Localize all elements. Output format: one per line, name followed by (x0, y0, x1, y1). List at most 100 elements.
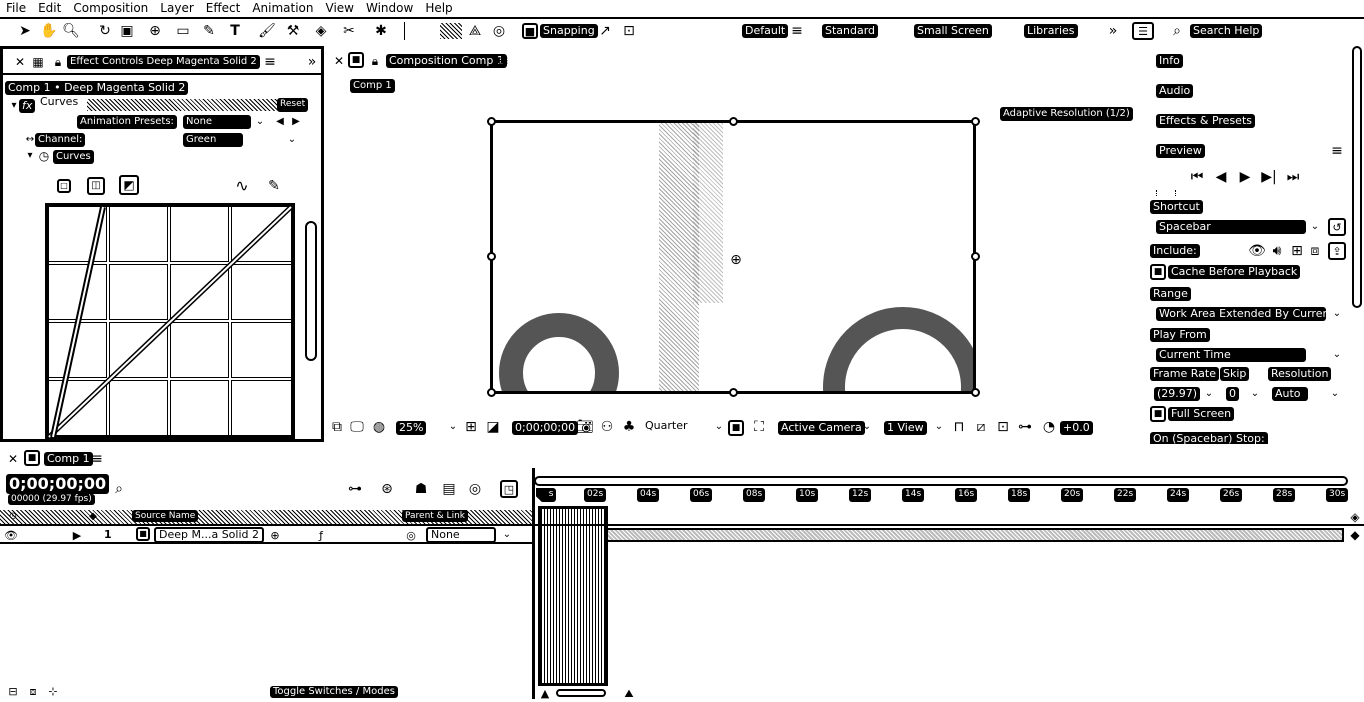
preset-next-icon[interactable]: ▶ (287, 113, 305, 131)
layer-duration-bar[interactable] (540, 528, 1344, 542)
close-comp-icon[interactable]: ✕ (330, 52, 348, 70)
vr-icon[interactable]: ◍ (370, 418, 388, 436)
work-area-end-icon[interactable]: ◈ (1346, 508, 1364, 526)
work-area-bar[interactable] (534, 476, 1348, 486)
comp-breadcrumb[interactable]: Comp 1 (350, 79, 395, 93)
snapshot-icon[interactable]: 📷︎ (576, 418, 594, 436)
local-axis-icon[interactable] (440, 23, 462, 39)
search-help-field[interactable]: Search Help (1190, 24, 1263, 38)
effect-controls-tab[interactable]: Effect Controls Deep Magenta Solid 2 (67, 55, 260, 69)
prev-frame-icon[interactable]: ◀ (1212, 168, 1230, 186)
graph-editor-icon[interactable]: ◳ (500, 480, 518, 498)
handle-mr[interactable] (971, 252, 980, 261)
monitor-icon[interactable]: 🖵︎ (348, 418, 366, 436)
timeline-icon[interactable]: ⊡ (994, 418, 1012, 436)
close-panel-icon[interactable]: ✕ (11, 53, 29, 71)
audio-panel-tab[interactable]: Audio (1156, 84, 1194, 98)
grid-guides-icon[interactable]: ⊞ (462, 418, 480, 436)
resolution-select[interactable]: Auto (1272, 387, 1308, 401)
tab-menu-icon[interactable]: ≡ (261, 53, 279, 71)
full-screen-checkbox[interactable]: ■ (1150, 406, 1166, 422)
rectangle-tool-icon[interactable]: ▭ (174, 22, 192, 40)
skip-dropdown-icon[interactable]: ⌄ (1246, 385, 1264, 403)
curves-stopwatch-icon[interactable]: ◷ (35, 147, 53, 165)
menu-animation[interactable]: Animation (252, 1, 313, 15)
preview-menu-icon[interactable]: ≡ (1328, 142, 1346, 160)
menu-window[interactable]: Window (366, 1, 413, 15)
frame-rate-dropdown-icon[interactable]: ⌄ (1200, 385, 1218, 403)
always-preview-icon[interactable]: ⧉ (328, 418, 346, 436)
range-select[interactable]: Work Area Extended By Current... (1156, 307, 1326, 321)
first-frame-icon[interactable]: ⏮ (1188, 168, 1206, 186)
parent-pickwhip-icon[interactable]: ◎ (402, 526, 420, 544)
draft-3d-icon[interactable]: ⊛ (378, 480, 396, 498)
pen-tool-icon[interactable]: ✎ (200, 22, 218, 40)
workspace-default[interactable]: Default (742, 24, 789, 38)
view-axis-icon[interactable]: ◎ (490, 22, 508, 40)
comp-timecode[interactable]: 0;00;00;00 (512, 421, 579, 435)
time-ruler[interactable]: 0s 02s 04s 06s 08s 10s 12s 14s 16s 18s 2… (534, 488, 1349, 512)
curve-pencil-tool-icon[interactable]: ✎ (265, 177, 283, 195)
layer-row[interactable]: 👁︎ ▶ 1 ■ Deep M...a Solid 2 ⊕ ƒ ◎ None ⌄ (0, 526, 532, 544)
channel-dropdown-icon[interactable]: ⌄ (283, 131, 301, 149)
menu-effect[interactable]: Effect (206, 1, 241, 15)
sync-settings-icon[interactable]: ☰ (1132, 22, 1154, 40)
menu-layer[interactable]: Layer (160, 1, 193, 15)
camera-dropdown-icon[interactable]: ⌄ (858, 418, 876, 436)
handle-bl[interactable] (487, 388, 496, 397)
column-divider[interactable] (532, 468, 535, 699)
snapping-label[interactable]: Snapping (540, 24, 598, 38)
last-frame-icon[interactable]: ⏭ (1284, 168, 1302, 186)
curves-graph[interactable] (45, 203, 295, 439)
layer-fx-icon[interactable]: ƒ (312, 526, 330, 544)
comp-tab-menu-icon[interactable]: ≡ (494, 52, 512, 70)
resolution-select[interactable]: Quarter (642, 420, 691, 436)
effect-controls-scrollbar[interactable] (305, 221, 317, 361)
snap-edge-icon[interactable]: ↗ (596, 22, 614, 40)
handle-bm[interactable] (729, 388, 738, 397)
effects-presets-panel-tab[interactable]: Effects & Presets (1156, 114, 1255, 128)
menu-help[interactable]: Help (425, 1, 452, 15)
type-tool-icon[interactable]: T (226, 22, 244, 40)
timeline-options-icon[interactable]: ■ (24, 450, 40, 466)
animation-presets-select[interactable]: None (183, 115, 251, 129)
fx-badge[interactable]: fx (19, 99, 36, 113)
clone-stamp-tool-icon[interactable]: ⚒ (284, 22, 302, 40)
panel-expand-icon[interactable]: » (303, 53, 321, 71)
right-panels-scrollbar[interactable] (1352, 46, 1362, 308)
curve-size-medium-icon[interactable]: ◫ (87, 177, 105, 195)
play-from-dropdown-icon[interactable]: ⌄ (1328, 346, 1346, 364)
workspace-overflow-icon[interactable]: » (1104, 22, 1122, 40)
composition-mini-flowchart-icon[interactable]: ⊶ (346, 480, 364, 498)
layer-parent-select[interactable]: None (426, 527, 496, 543)
zoom-select[interactable]: 25% (396, 421, 427, 435)
curve-size-large-icon[interactable]: ◩ (119, 175, 139, 195)
rotate-tool-icon[interactable]: ↻ (96, 22, 114, 40)
fast-previews-icon[interactable]: ⧄ (972, 418, 990, 436)
world-axis-icon[interactable]: ⟁ (466, 22, 484, 40)
frame-rate-select[interactable]: (29.97) (1154, 387, 1201, 401)
composition-viewer[interactable]: ⊕ (490, 120, 976, 394)
menu-view[interactable]: View (326, 1, 354, 15)
reset-button[interactable]: Reset (277, 98, 309, 112)
brush-tool-icon[interactable]: 🖌︎ (258, 22, 276, 40)
views-select[interactable]: 1 View (884, 421, 927, 435)
handle-tl[interactable] (487, 117, 496, 126)
toggle-pixel-aspect-icon[interactable]: ⊓ (950, 418, 968, 436)
play-icon[interactable]: ▶ (1236, 168, 1254, 186)
camera-select[interactable]: Active Camera (778, 421, 865, 435)
comp-panel-options-icon[interactable]: ■ (348, 52, 364, 68)
presets-dropdown-icon[interactable]: ⌄ (251, 113, 269, 131)
preview-panel-tab[interactable]: Preview (1156, 144, 1205, 158)
timeline-search-icon[interactable]: ⌕ (110, 480, 128, 498)
layer-end-icon[interactable]: ◆ (1346, 526, 1364, 544)
menu-edit[interactable]: Edit (38, 1, 61, 15)
mask-visibility-icon[interactable]: ◪ (484, 418, 502, 436)
skip-select[interactable]: 0 (1226, 387, 1239, 401)
layer-expand-icon[interactable]: ▶ (68, 526, 86, 544)
flowchart-icon[interactable]: ⊶ (1016, 418, 1034, 436)
shortcut-select[interactable]: Spacebar (1156, 220, 1306, 234)
menu-file[interactable]: File (6, 1, 26, 15)
layer-switches-icon[interactable]: ⧈ (24, 682, 42, 700)
close-timeline-icon[interactable]: ✕ (4, 450, 22, 468)
